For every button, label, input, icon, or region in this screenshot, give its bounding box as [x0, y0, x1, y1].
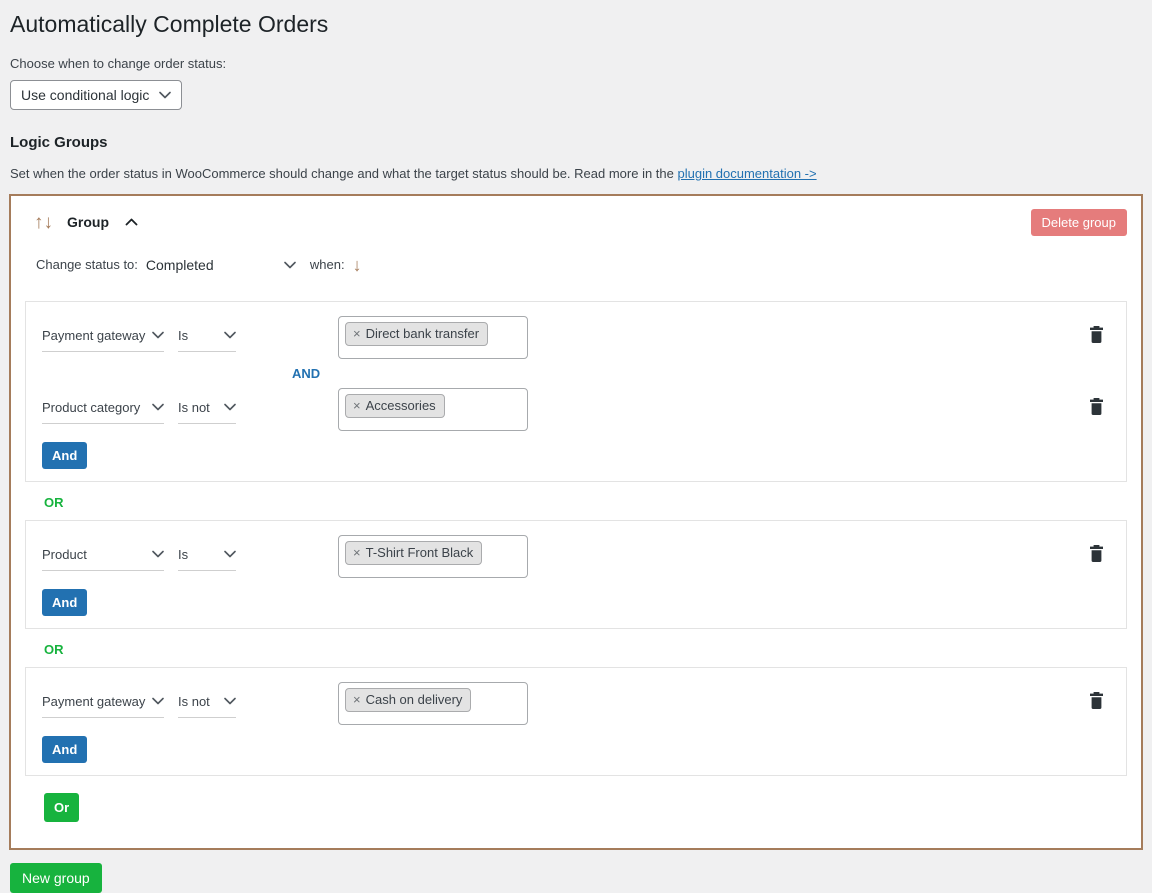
- add-and-condition-button[interactable]: And: [42, 736, 87, 763]
- move-group-up-icon[interactable]: ↑: [34, 213, 44, 232]
- page-title: Automatically Complete Orders: [9, 0, 1143, 40]
- group-header: ↑↓ Group Delete group: [25, 196, 1127, 238]
- remove-tag-icon[interactable]: ×: [353, 693, 361, 706]
- add-or-subgroup-button[interactable]: Or: [44, 793, 79, 822]
- condition-operator-value: Is not: [178, 694, 210, 709]
- value-tag-label: Cash on delivery: [366, 692, 463, 707]
- trash-icon: [1089, 398, 1104, 415]
- condition-subgroup: Product Is × T-Shirt Front Black And: [25, 520, 1127, 629]
- condition-field-value: Product: [42, 547, 87, 562]
- condition-field-select[interactable]: Payment gateway: [42, 694, 164, 718]
- logic-groups-heading: Logic Groups: [10, 134, 1143, 151]
- chevron-down-icon: [224, 331, 236, 339]
- delete-condition-button[interactable]: [1083, 388, 1110, 419]
- target-status-value: Completed: [146, 257, 214, 273]
- trash-icon: [1089, 326, 1104, 343]
- condition-subgroup: Payment gateway Is × Direct bank transfer…: [25, 301, 1127, 482]
- chevron-down-icon: [224, 550, 236, 558]
- delete-condition-button[interactable]: [1083, 682, 1110, 713]
- condition-operator-select[interactable]: Is: [178, 328, 236, 352]
- and-separator: AND: [292, 366, 1110, 381]
- value-tag: × Accessories: [345, 394, 445, 418]
- plugin-documentation-link[interactable]: plugin documentation ->: [677, 166, 816, 181]
- logic-groups-description: Set when the order status in WooCommerce…: [10, 166, 1143, 181]
- condition-operator-value: Is: [178, 328, 188, 343]
- condition-values-input[interactable]: × Direct bank transfer: [338, 316, 528, 359]
- value-tag-label: T-Shirt Front Black: [366, 545, 474, 560]
- value-tag-label: Direct bank transfer: [366, 326, 479, 341]
- value-tag: × T-Shirt Front Black: [345, 541, 482, 565]
- condition-field-select[interactable]: Product category: [42, 400, 164, 424]
- chevron-down-icon: [224, 403, 236, 411]
- settings-page: Automatically Complete Orders Choose whe…: [0, 0, 1152, 893]
- condition-operator-value: Is: [178, 547, 188, 562]
- add-and-condition-button[interactable]: And: [42, 442, 87, 469]
- value-tag: × Direct bank transfer: [345, 322, 488, 346]
- value-tag-label: Accessories: [366, 398, 436, 413]
- condition-values-input[interactable]: × Accessories: [338, 388, 528, 431]
- chevron-down-icon: [224, 697, 236, 705]
- chevron-down-icon: [152, 697, 164, 705]
- remove-tag-icon[interactable]: ×: [353, 546, 361, 559]
- condition-row: Payment gateway Is not × Cash on delivery: [42, 682, 1110, 725]
- change-status-row: Change status to: Completed when: ↓: [25, 238, 1127, 274]
- delete-condition-button[interactable]: [1083, 535, 1110, 566]
- condition-row: Product Is × T-Shirt Front Black: [42, 535, 1110, 578]
- down-arrow-icon: ↓: [353, 256, 362, 274]
- target-status-select[interactable]: Completed: [146, 257, 296, 273]
- trash-icon: [1089, 545, 1104, 562]
- condition-subgroup: Payment gateway Is not × Cash on delivery…: [25, 667, 1127, 776]
- description-text: Set when the order status in WooCommerce…: [10, 166, 677, 181]
- condition-operator-select[interactable]: Is: [178, 547, 236, 571]
- condition-field-value: Product category: [42, 400, 140, 415]
- change-status-mode-label: Choose when to change order status:: [10, 56, 1143, 71]
- delete-group-button[interactable]: Delete group: [1031, 209, 1127, 236]
- trash-icon: [1089, 692, 1104, 709]
- add-and-condition-button[interactable]: And: [42, 589, 87, 616]
- move-group-down-icon[interactable]: ↓: [44, 213, 54, 232]
- remove-tag-icon[interactable]: ×: [353, 399, 361, 412]
- chevron-down-icon: [152, 550, 164, 558]
- condition-operator-value: Is not: [178, 400, 210, 415]
- or-separator: OR: [44, 495, 1127, 510]
- chevron-down-icon: [159, 91, 171, 99]
- chevron-down-icon: [152, 403, 164, 411]
- condition-field-value: Payment gateway: [42, 328, 145, 343]
- condition-field-select[interactable]: Product: [42, 547, 164, 571]
- condition-field-value: Payment gateway: [42, 694, 145, 709]
- when-label: when:: [310, 257, 345, 272]
- remove-tag-icon[interactable]: ×: [353, 327, 361, 340]
- mode-select[interactable]: Use conditional logic: [10, 80, 182, 110]
- condition-values-input[interactable]: × Cash on delivery: [338, 682, 528, 725]
- logic-group: ↑↓ Group Delete group Change status to: …: [9, 194, 1143, 850]
- collapse-group-icon[interactable]: [125, 218, 138, 226]
- condition-values-input[interactable]: × T-Shirt Front Black: [338, 535, 528, 578]
- group-title: Group: [67, 214, 109, 230]
- chevron-down-icon: [152, 331, 164, 339]
- condition-row: Payment gateway Is × Direct bank transfer: [42, 316, 1110, 359]
- mode-select-value: Use conditional logic: [21, 87, 149, 103]
- delete-condition-button[interactable]: [1083, 316, 1110, 347]
- new-group-button[interactable]: New group: [10, 863, 102, 893]
- condition-row: Product category Is not × Accessories: [42, 388, 1110, 431]
- value-tag: × Cash on delivery: [345, 688, 471, 712]
- condition-operator-select[interactable]: Is not: [178, 400, 236, 424]
- condition-operator-select[interactable]: Is not: [178, 694, 236, 718]
- chevron-down-icon: [284, 261, 296, 269]
- change-status-label: Change status to:: [36, 257, 138, 272]
- or-separator: OR: [44, 642, 1127, 657]
- condition-field-select[interactable]: Payment gateway: [42, 328, 164, 352]
